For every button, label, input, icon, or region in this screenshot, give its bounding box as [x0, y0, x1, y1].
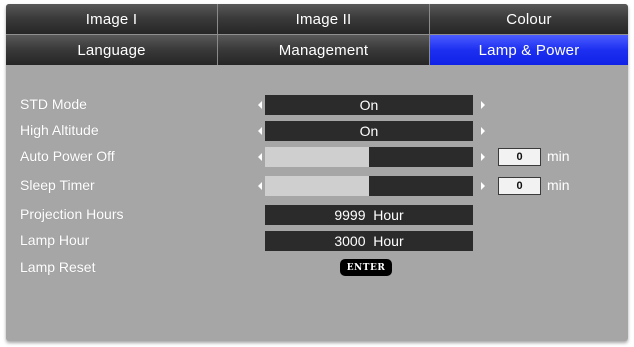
sleep-timer-slider[interactable] — [265, 176, 473, 196]
tab-lamp-power[interactable]: Lamp & Power — [430, 35, 628, 65]
arrow-right-icon[interactable] — [481, 127, 485, 135]
std-mode-value[interactable]: On — [265, 95, 473, 115]
tab-row-bottom: Language Management Lamp & Power — [6, 35, 628, 65]
slider-fill — [265, 147, 369, 167]
auto-power-off-slider[interactable] — [265, 147, 473, 167]
tab-language[interactable]: Language — [6, 35, 218, 65]
arrow-left-icon[interactable] — [258, 127, 262, 135]
sleep-timer-label: Sleep Timer — [20, 177, 95, 193]
tab-image-1[interactable]: Image I — [6, 4, 218, 34]
arrow-left-icon[interactable] — [258, 182, 262, 190]
enter-button[interactable]: ENTER — [340, 259, 392, 276]
setting-high-altitude[interactable]: High Altitude On — [6, 121, 628, 141]
projection-hours-label: Projection Hours — [20, 206, 124, 222]
lamp-hour-value: 3000 Hour — [265, 231, 473, 251]
lamp-hour-label: Lamp Hour — [20, 232, 90, 248]
setting-projection-hours: Projection Hours 9999 Hour — [6, 205, 628, 225]
setting-lamp-hour: Lamp Hour 3000 Hour — [6, 231, 628, 251]
auto-power-off-number: 0 — [498, 148, 541, 166]
tab-colour[interactable]: Colour — [430, 4, 628, 34]
setting-auto-power-off[interactable]: Auto Power Off 0 min — [6, 147, 628, 167]
osd-menu: Image I Image II Colour Language Managem… — [6, 4, 628, 341]
setting-sleep-timer[interactable]: Sleep Timer 0 min — [6, 176, 628, 196]
high-altitude-label: High Altitude — [20, 122, 99, 138]
setting-std-mode[interactable]: STD Mode On — [6, 95, 628, 115]
arrow-right-icon[interactable] — [481, 182, 485, 190]
std-mode-label: STD Mode — [20, 96, 87, 112]
arrow-left-icon[interactable] — [258, 101, 262, 109]
sleep-timer-number: 0 — [498, 177, 541, 195]
arrow-right-icon[interactable] — [481, 101, 485, 109]
setting-lamp-reset[interactable]: Lamp Reset ENTER — [6, 258, 628, 278]
tab-row-top: Image I Image II Colour — [6, 4, 628, 34]
arrow-right-icon[interactable] — [481, 153, 485, 161]
auto-power-off-label: Auto Power Off — [20, 148, 115, 164]
high-altitude-value[interactable]: On — [265, 121, 473, 141]
projection-hours-value: 9999 Hour — [265, 205, 473, 225]
sleep-timer-unit: min — [547, 177, 570, 193]
slider-fill — [265, 176, 369, 196]
tab-image-2[interactable]: Image II — [218, 4, 430, 34]
auto-power-off-unit: min — [547, 148, 570, 164]
arrow-left-icon[interactable] — [258, 153, 262, 161]
tab-management[interactable]: Management — [218, 35, 430, 65]
lamp-reset-label: Lamp Reset — [20, 259, 96, 275]
